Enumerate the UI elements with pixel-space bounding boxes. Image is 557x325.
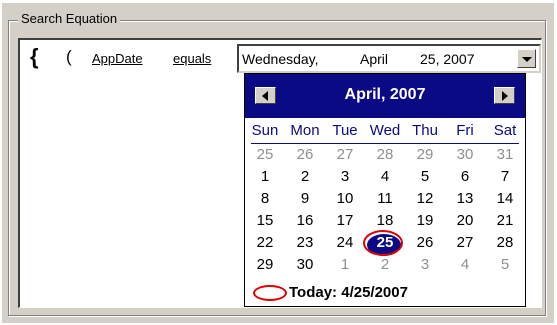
- calendar-day[interactable]: 6: [445, 168, 485, 190]
- calendar-day[interactable]: 10: [325, 190, 365, 212]
- calendar-day[interactable]: 8: [245, 190, 285, 212]
- calendar-day[interactable]: 2: [365, 256, 405, 278]
- calendar-day[interactable]: 27: [445, 234, 485, 256]
- next-month-button[interactable]: [494, 87, 515, 104]
- dropdown-arrow-button[interactable]: [517, 49, 536, 68]
- today-label: Today: 4/25/2007: [289, 284, 408, 301]
- today-red-circle: [253, 285, 287, 301]
- weekday-divider: [251, 143, 519, 144]
- calendar-header: April, 2007: [245, 74, 525, 118]
- calendar-day[interactable]: 4: [445, 256, 485, 278]
- calendar-dropdown: April, 2007 Sun Mon Tue Wed Thu Fri Sat 25 26 27…: [244, 73, 526, 307]
- calendar-day[interactable]: 16: [285, 212, 325, 234]
- weekday-header-2: Tue: [332, 122, 358, 139]
- calendar-day[interactable]: 17: [325, 212, 365, 234]
- calendar-month-title: April, 2007: [344, 86, 426, 103]
- date-weekday: Wednesday,: [242, 51, 319, 67]
- calendar-day[interactable]: 25: [245, 146, 285, 168]
- calendar-day[interactable]: 27: [325, 146, 365, 168]
- calendar-day[interactable]: 28: [365, 146, 405, 168]
- calendar-day[interactable]: 3: [325, 168, 365, 190]
- operator-link-equals[interactable]: equals: [173, 51, 211, 66]
- calendar-day[interactable]: 5: [485, 256, 525, 278]
- calendar-day[interactable]: 31: [485, 146, 525, 168]
- weekday-header-0: Sun: [251, 122, 279, 139]
- calendar-day[interactable]: 28: [485, 234, 525, 256]
- weekday-header-1: Mon: [290, 122, 320, 139]
- weekday-header-4: Thu: [412, 122, 438, 139]
- calendar-day[interactable]: 22: [245, 234, 285, 256]
- calendar-day[interactable]: 29: [405, 146, 445, 168]
- calendar-day[interactable]: 30: [445, 146, 485, 168]
- calendar-day[interactable]: 24: [325, 234, 365, 256]
- weekday-header-3: Wed: [369, 122, 401, 139]
- calendar-day[interactable]: 13: [445, 190, 485, 212]
- calendar-day[interactable]: 4: [365, 168, 405, 190]
- calendar-day[interactable]: 5: [405, 168, 445, 190]
- open-paren: (: [66, 47, 72, 66]
- date-day-year: 25, 2007: [420, 51, 475, 67]
- calendar-day[interactable]: 26: [285, 146, 325, 168]
- weekday-header-5: Fri: [456, 122, 474, 139]
- calendar-day[interactable]: 20: [445, 212, 485, 234]
- calendar-day[interactable]: 15: [245, 212, 285, 234]
- calendar-day[interactable]: 21: [485, 212, 525, 234]
- calendar-day[interactable]: 12: [405, 190, 445, 212]
- calendar-day[interactable]: 1: [245, 168, 285, 190]
- calendar-day[interactable]: 19: [405, 212, 445, 234]
- calendar-day[interactable]: 3: [405, 256, 445, 278]
- calendar-day[interactable]: 14: [485, 190, 525, 212]
- calendar-day[interactable]: 30: [285, 256, 325, 278]
- selected-day-red-circle: [363, 230, 403, 256]
- weekday-header-6: Sat: [493, 122, 517, 139]
- date-month: April: [360, 51, 389, 67]
- calendar-day[interactable]: 9: [285, 190, 325, 212]
- calendar-day[interactable]: 2: [285, 168, 325, 190]
- calendar-day[interactable]: 26: [405, 234, 445, 256]
- calendar-day[interactable]: 11: [365, 190, 405, 212]
- calendar-day[interactable]: 29: [245, 256, 285, 278]
- today-link[interactable]: Today: 4/25/2007: [251, 282, 521, 304]
- weekday-header-row: Sun Mon Tue Wed Thu Fri Sat: [245, 122, 525, 142]
- open-brace: {: [30, 44, 39, 69]
- date-picker-combo[interactable]: Wednesday, April 25, 2007: [237, 44, 541, 73]
- calendar-day[interactable]: 7: [485, 168, 525, 190]
- field-link-appdate[interactable]: AppDate: [92, 51, 143, 66]
- calendar-day[interactable]: 23: [285, 234, 325, 256]
- group-title: Search Equation: [18, 11, 121, 26]
- calendar-day[interactable]: 1: [325, 256, 365, 278]
